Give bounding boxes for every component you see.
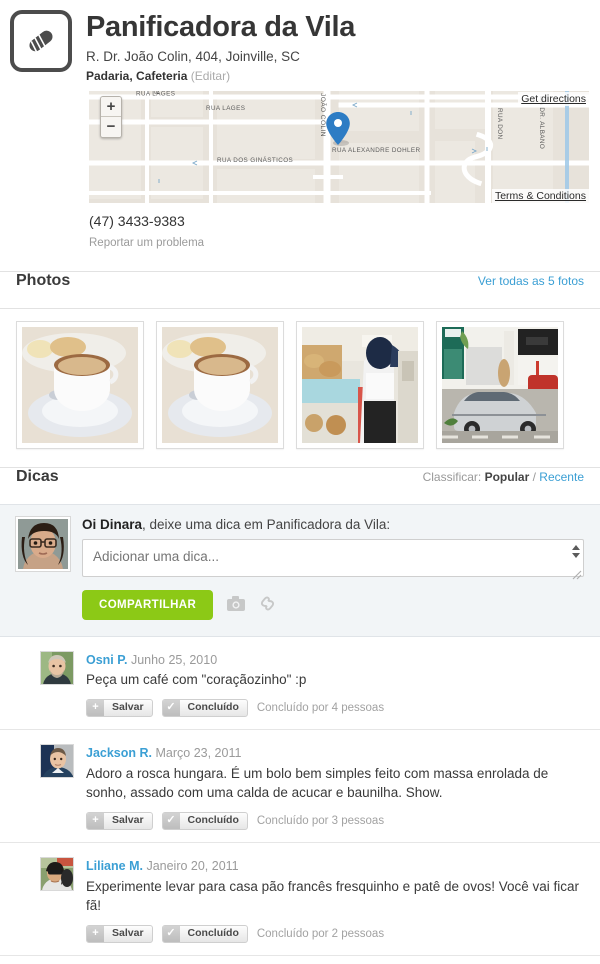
tip-input-spinner[interactable] [569,541,582,563]
tip-input-wrapper [82,538,584,580]
photos-title: Photos [16,271,71,289]
photo-thumbnail[interactable] [436,320,564,449]
done-tip-button[interactable]: ✓ Concluído [161,698,248,717]
svg-text:RUA DOS GINÁSTICOS: RUA DOS GINÁSTICOS [217,155,293,164]
save-tip-button[interactable]: + Salvar [86,698,153,717]
get-directions-link[interactable]: Get directions [518,91,589,106]
done-tip-label: Concluído [187,701,239,714]
svg-text:RUA LAGES: RUA LAGES [206,105,245,112]
avatar[interactable] [40,743,74,778]
terms-conditions-link[interactable]: Terms & Conditions [491,188,589,203]
photo-thumbnail[interactable] [156,320,284,449]
current-user-avatar [16,516,70,571]
composer-prompt: Oi Dinara, deixe uma dica em Panificador… [82,517,584,532]
tip-input[interactable] [82,538,584,577]
tip-meta: Osni P. Junho 25, 2010 [86,651,584,670]
save-tip-label: Salvar [112,927,144,940]
tip-item: Jackson R. Março 23, 2011 Adoro a rosca … [0,730,600,843]
share-tip-button[interactable]: COMPARTILHAR [82,589,214,620]
tips-sort-recent[interactable]: Recente [539,470,584,484]
save-tip-button[interactable]: + Salvar [86,811,153,830]
venue-header: Panificadora da Vila R. Dr. João Colin, … [0,0,600,83]
see-all-photos-link[interactable]: Ver todas as 5 fotos [478,274,584,288]
map-zoom-out-button[interactable]: − [101,116,121,137]
tip-text: Adoro a rosca hungara. É um bolo bem sim… [86,765,549,801]
tip-done-count: Concluído por 3 pessoas [256,814,385,827]
tips-sort: Classificar: Popular / Recente [423,470,584,484]
done-tip-label: Concluído [187,814,239,827]
tip-input-resize-grip[interactable] [572,568,582,580]
tip-meta: Liliane M. Janeiro 20, 2011 [86,857,584,876]
map-zoom-in-button[interactable]: + [101,96,121,117]
tip-done-count: Concluído por 4 pessoas [256,701,385,714]
photo-thumbnail[interactable] [16,320,144,449]
report-problem-link[interactable]: Reportar um problema [89,237,600,249]
done-tip-button[interactable]: ✓ Concluído [161,924,248,943]
tip-text: Peça um café com "coraçãozinho" :p [86,672,307,688]
edit-categories-link[interactable]: (Editar) [191,69,230,83]
save-tip-label: Salvar [112,814,144,827]
composer-actions: COMPARTILHAR [82,589,584,620]
tip-actions: + Salvar ✓ Concluído Concluído por 3 pes… [86,811,584,830]
tips-sort-label: Classificar: [422,469,482,484]
tip-date: Junho 25, 2010 [130,652,218,667]
tips-header: Dicas Classificar: Popular / Recente [0,468,600,504]
link-icon[interactable] [259,596,276,614]
tip-date: Março 23, 2011 [155,745,242,760]
tips-title: Dicas [16,467,59,485]
save-tip-label: Salvar [112,701,144,714]
check-icon: ✓ [162,925,180,942]
photo-strip [0,309,600,467]
tip-author[interactable]: Liliane M. [86,859,143,873]
done-tip-label: Concluído [187,927,239,940]
save-tip-button[interactable]: + Salvar [86,924,153,943]
plus-icon: + [87,925,104,942]
avatar[interactable] [40,650,74,685]
photo-thumbnail[interactable] [296,320,424,449]
plus-icon: + [87,812,104,829]
check-icon: ✓ [162,812,180,829]
page-title: Panificadora da Vila [86,11,356,43]
tips-sort-popular[interactable]: Popular [485,470,530,484]
check-icon: ✓ [162,699,180,716]
tips-sort-separator: / [532,469,536,484]
composer-greeting-rest: , deixe uma dica em Panificadora da Vila… [142,516,391,532]
camera-icon[interactable] [227,595,246,614]
tip-actions: + Salvar ✓ Concluído Concluído por 2 pes… [86,924,584,943]
tip-item: Osni P. Junho 25, 2010 Peça um café com … [0,637,600,730]
tip-text: Experimente levar para casa pão francês … [86,878,580,914]
map-zoom-controls[interactable]: + − [100,95,122,138]
avatar[interactable] [40,856,74,891]
venue-address: R. Dr. João Colin, 404, Joinville, SC [86,49,300,65]
tip-done-count: Concluído por 2 pessoas [256,927,385,940]
done-tip-button[interactable]: ✓ Concluído [161,811,248,830]
svg-text:RUA DON: RUA DON [496,108,503,140]
svg-text:R: R [154,91,161,94]
venue-phone: (47) 3433-9383 [89,212,185,229]
tip-composer: Oi Dinara, deixe uma dica em Panificador… [0,503,600,637]
tip-meta: Jackson R. Março 23, 2011 [86,744,584,763]
tip-author[interactable]: Osni P. [86,653,127,667]
venue-categories: Padaria, Cafeteria (Editar) [86,69,355,83]
venue-contact: (47) 3433-9383 Reportar um problema [89,213,600,249]
tip-actions: + Salvar ✓ Concluído Concluído por 4 pes… [86,698,584,717]
map-location-pin [325,111,351,150]
bread-icon [10,10,72,72]
tip-date: Janeiro 20, 2011 [146,858,239,873]
venue-map[interactable]: RUA LAGES RUA LAGES RUA DOS GINÁSTICOS R… [89,90,589,203]
venue-categories-label: Padaria, Cafeteria [86,68,188,83]
composer-greeting: Oi Dinara [82,516,143,532]
tip-author[interactable]: Jackson R. [86,746,152,760]
tip-item: Liliane M. Janeiro 20, 2011 Experimente … [0,843,600,956]
plus-icon: + [87,699,104,716]
photos-header: Photos Ver todas as 5 fotos [0,272,600,308]
